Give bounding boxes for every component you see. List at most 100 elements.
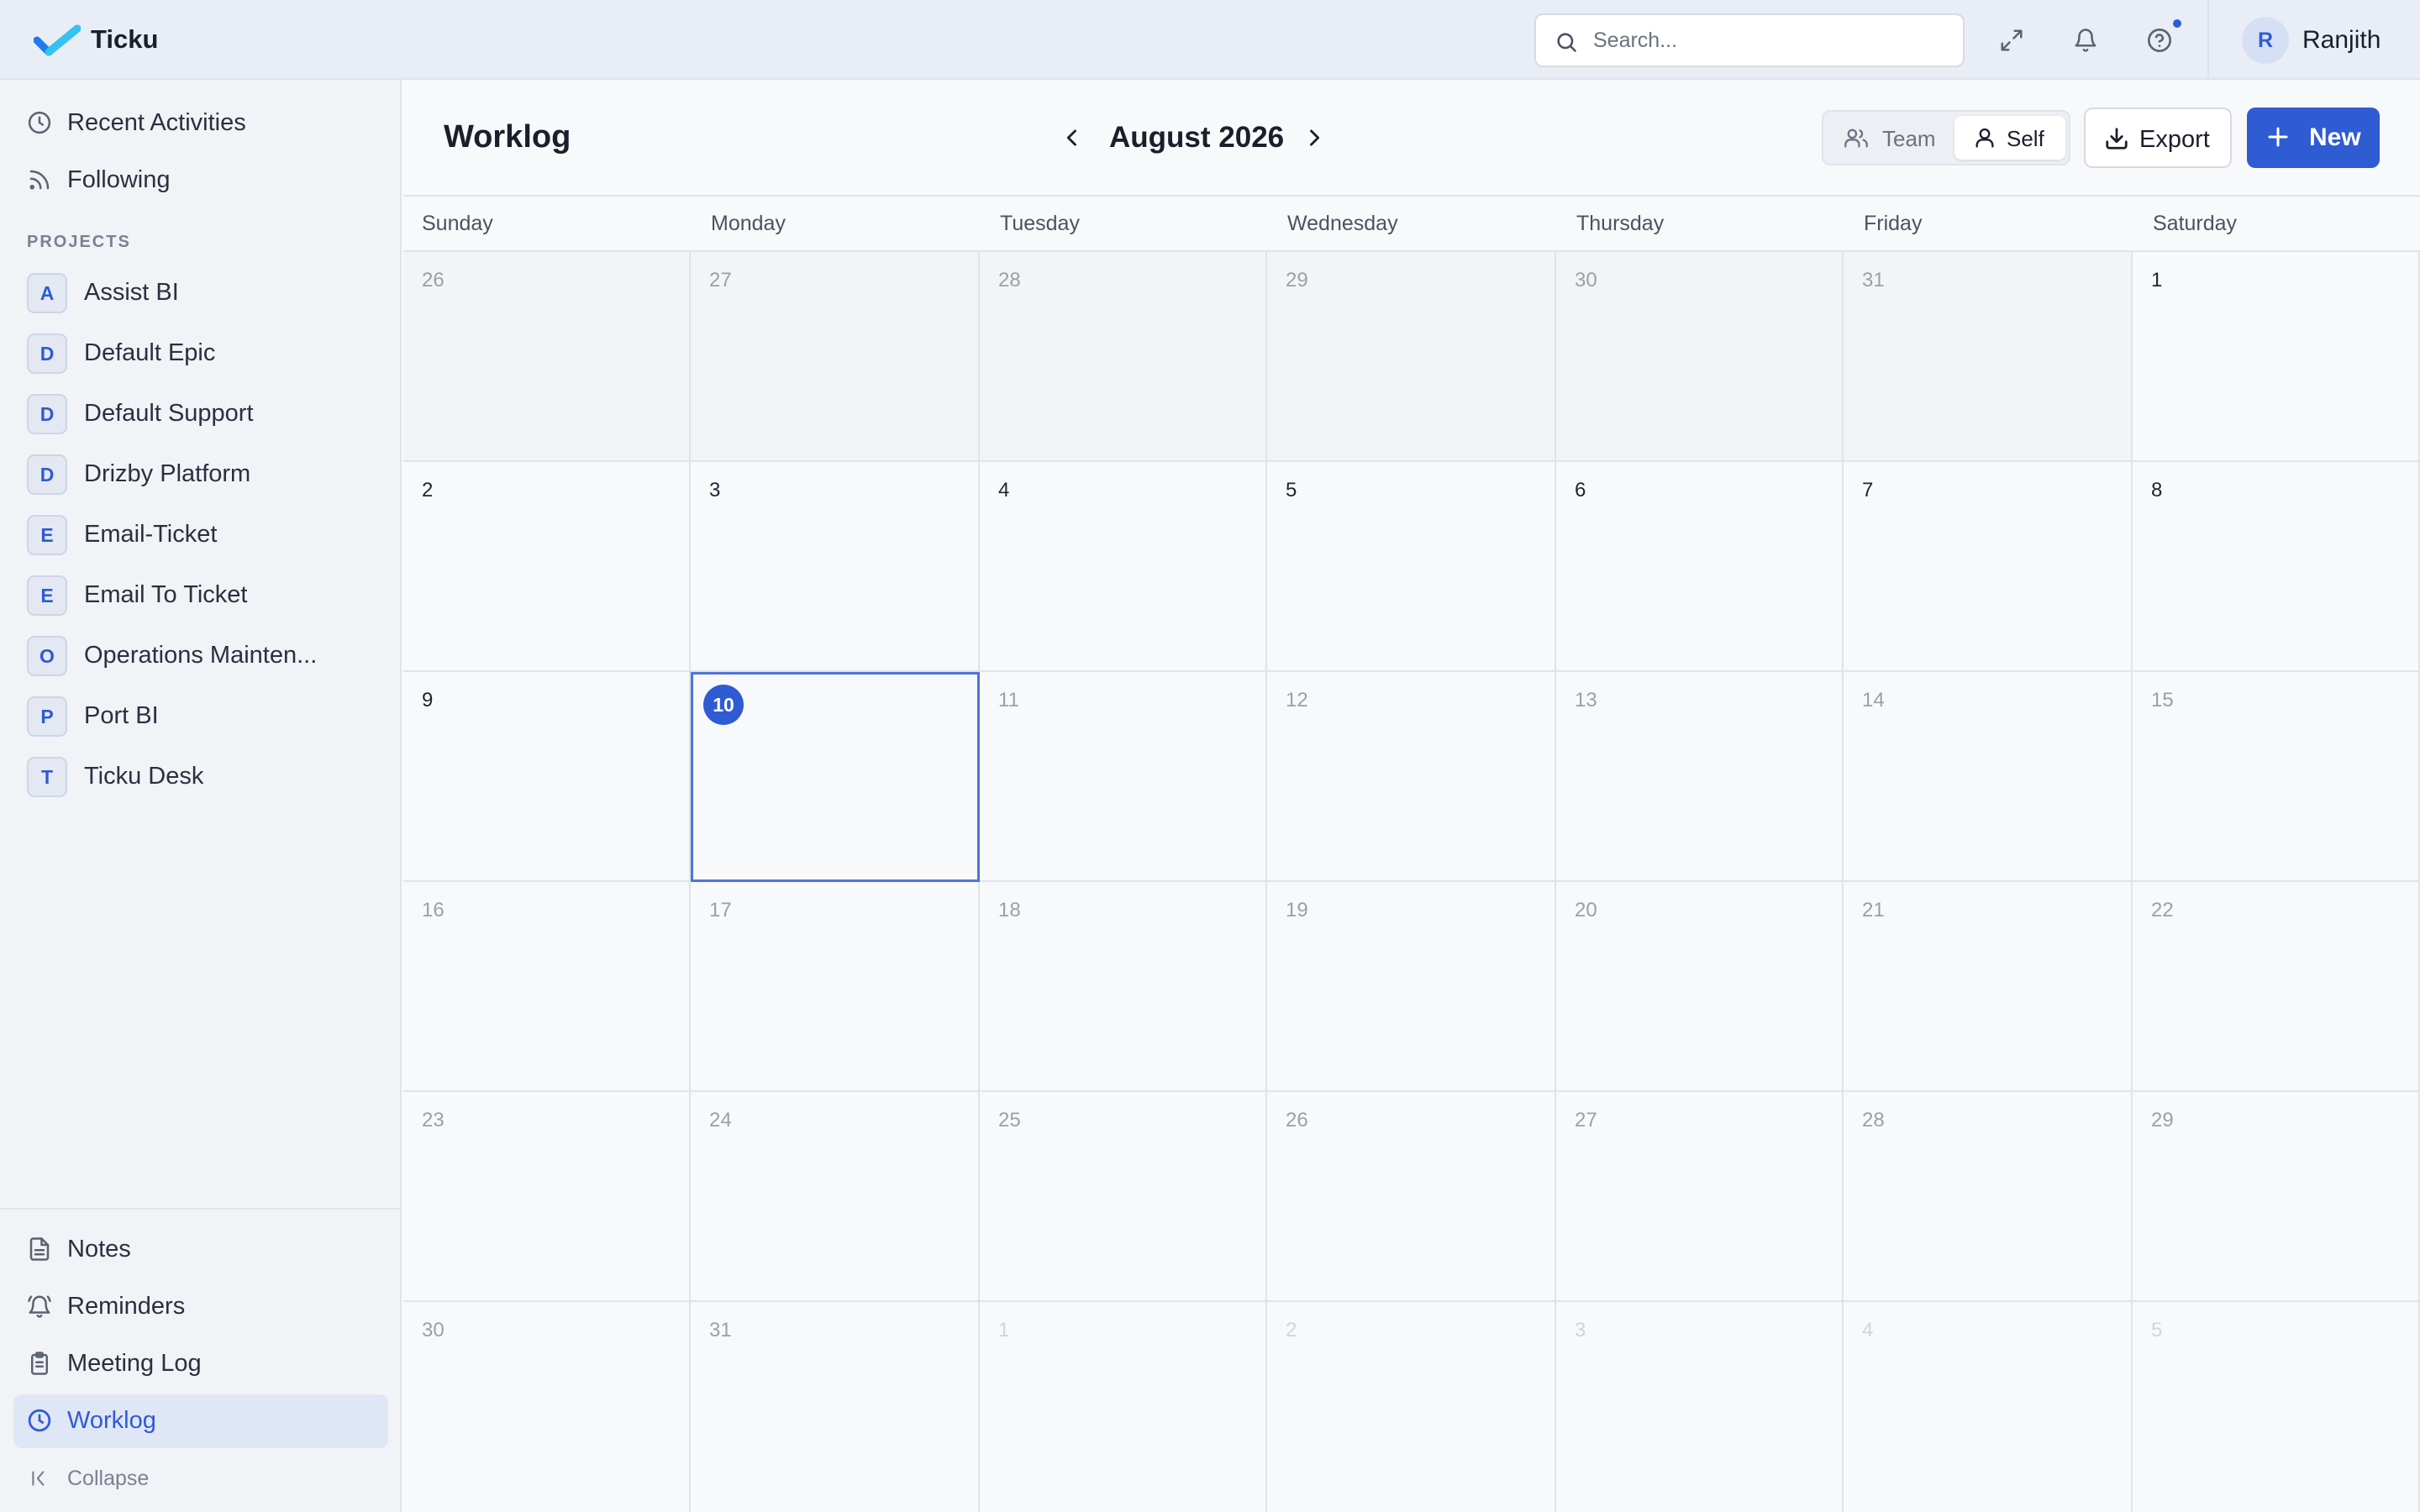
- user-name[interactable]: Ranjith: [2302, 26, 2381, 55]
- calendar-day[interactable]: 18: [980, 882, 1267, 1092]
- sidebar-item-reminders[interactable]: Reminders: [0, 1282, 402, 1329]
- calendar-day[interactable]: 28: [980, 252, 1267, 462]
- month-label: August 2026: [1109, 121, 1285, 154]
- calendar-day[interactable]: 29: [2133, 1092, 2420, 1302]
- calendar-day[interactable]: 3: [1556, 1302, 1844, 1512]
- project-label: Port BI: [84, 702, 159, 729]
- project-label: Default Support: [84, 400, 254, 427]
- chevron-right-icon[interactable]: [1299, 121, 1329, 155]
- bell-icon[interactable]: [2069, 24, 2102, 57]
- expand-icon[interactable]: [1995, 24, 2028, 57]
- sidebar-project-operations-maintenance[interactable]: O Operations Mainten...: [0, 627, 402, 678]
- day-number: 26: [422, 269, 445, 291]
- help-icon[interactable]: [2143, 24, 2176, 57]
- calendar-day[interactable]: 1: [2133, 252, 2420, 462]
- calendar-day[interactable]: 15: [2133, 672, 2420, 882]
- sidebar-project-email-ticket[interactable]: E Email-Ticket: [0, 507, 402, 557]
- app-title[interactable]: Ticku: [91, 24, 158, 55]
- calendar-day[interactable]: 31: [1844, 252, 2133, 462]
- calendar-day[interactable]: 6: [1556, 462, 1844, 672]
- team-view-button[interactable]: Team: [1832, 116, 1949, 160]
- chevron-left-icon[interactable]: [1057, 121, 1087, 155]
- calendar-day[interactable]: 8: [2133, 462, 2420, 672]
- day-number: 11: [998, 689, 1019, 711]
- calendar-day[interactable]: 24: [691, 1092, 980, 1302]
- project-badge: T: [27, 757, 67, 797]
- sidebar-item-recent-activities[interactable]: Recent Activities: [0, 98, 402, 145]
- self-view-button[interactable]: Self: [1954, 116, 2065, 160]
- calendar-day[interactable]: 16: [403, 882, 691, 1092]
- calendar-day[interactable]: 12: [1267, 672, 1556, 882]
- calendar-day[interactable]: 13: [1556, 672, 1844, 882]
- sidebar-item-following[interactable]: Following: [0, 155, 402, 202]
- sidebar-project-port-bi[interactable]: P Port BI: [0, 688, 402, 738]
- calendar-day[interactable]: 5: [1267, 462, 1556, 672]
- calendar-day[interactable]: 26: [403, 252, 691, 462]
- sidebar-project-default-epic[interactable]: D Default Epic: [0, 325, 402, 375]
- day-number: 1: [2151, 269, 2163, 291]
- calendar-day[interactable]: 27: [1556, 1092, 1844, 1302]
- calendar-day[interactable]: 14: [1844, 672, 2133, 882]
- search-box[interactable]: [1534, 13, 1965, 67]
- sidebar-project-default-support[interactable]: D Default Support: [0, 386, 402, 436]
- sidebar-project-assist-bi[interactable]: A Assist BI: [0, 265, 402, 315]
- top-bar: Ticku R Ranjith: [0, 0, 2420, 80]
- users-icon: [1844, 126, 1869, 150]
- project-label: Assist BI: [84, 279, 179, 306]
- calendar-day[interactable]: 30: [403, 1302, 691, 1512]
- calendar-day[interactable]: 22: [2133, 882, 2420, 1092]
- sidebar-item-meeting-log[interactable]: Meeting Log: [0, 1339, 402, 1386]
- calendar-day[interactable]: 4: [1844, 1302, 2133, 1512]
- calendar-day[interactable]: 31: [691, 1302, 980, 1512]
- sidebar-item-label: Notes: [67, 1236, 131, 1263]
- day-number: 28: [1862, 1109, 1885, 1131]
- new-button[interactable]: New: [2247, 108, 2380, 168]
- calendar-day[interactable]: 29: [1267, 252, 1556, 462]
- avatar[interactable]: R: [2242, 17, 2289, 64]
- collapse-icon: [29, 1467, 50, 1489]
- calendar-day[interactable]: 5: [2133, 1302, 2420, 1512]
- app-logo-icon[interactable]: [34, 24, 81, 57]
- calendar-day[interactable]: 3: [691, 462, 980, 672]
- rss-icon: [27, 167, 52, 192]
- sidebar-item-notes[interactable]: Notes: [0, 1225, 402, 1272]
- calendar-day[interactable]: 2: [1267, 1302, 1556, 1512]
- export-button[interactable]: Export: [2084, 108, 2232, 168]
- day-number: 21: [1862, 899, 1885, 921]
- calendar-day[interactable]: 4: [980, 462, 1267, 672]
- sidebar-project-ticku-desk[interactable]: T Ticku Desk: [0, 748, 402, 799]
- calendar-day[interactable]: 9: [403, 672, 691, 882]
- sidebar-item-label: Worklog: [67, 1407, 156, 1434]
- collapse-button[interactable]: Collapse: [0, 1457, 402, 1499]
- project-label: Email-Ticket: [84, 521, 218, 548]
- sidebar-item-worklog[interactable]: Worklog: [0, 1396, 402, 1443]
- calendar-day[interactable]: 21: [1844, 882, 2133, 1092]
- calendar-day[interactable]: 1: [980, 1302, 1267, 1512]
- calendar-day[interactable]: 17: [691, 882, 980, 1092]
- day-number: 8: [2151, 479, 2163, 501]
- calendar-day[interactable]: 30: [1556, 252, 1844, 462]
- sidebar-project-email-to-ticket[interactable]: E Email To Ticket: [0, 567, 402, 617]
- calendar-day[interactable]: 27: [691, 252, 980, 462]
- day-number: 30: [422, 1319, 445, 1341]
- calendar-day[interactable]: 25: [980, 1092, 1267, 1302]
- day-number: 30: [1575, 269, 1597, 291]
- project-badge: A: [27, 273, 67, 313]
- clipboard-icon: [27, 1351, 52, 1376]
- sidebar-project-drizby-platform[interactable]: D Drizby Platform: [0, 446, 402, 496]
- calendar-day[interactable]: 26: [1267, 1092, 1556, 1302]
- calendar-day[interactable]: 20: [1556, 882, 1844, 1092]
- clock-icon: [27, 1408, 52, 1433]
- projects-heading: PROJECTS: [27, 233, 131, 251]
- calendar-day[interactable]: 23: [403, 1092, 691, 1302]
- calendar-day[interactable]: 7: [1844, 462, 2133, 672]
- project-label: Email To Ticket: [84, 581, 248, 608]
- day-number: 5: [1286, 479, 1297, 501]
- calendar-day[interactable]: 28: [1844, 1092, 2133, 1302]
- calendar-day[interactable]: 2: [403, 462, 691, 672]
- calendar-day-today[interactable]: 10: [691, 672, 980, 882]
- sidebar-item-label: Following: [67, 166, 171, 193]
- calendar-day[interactable]: 11: [980, 672, 1267, 882]
- search-input[interactable]: [1593, 24, 1946, 57]
- calendar-day[interactable]: 19: [1267, 882, 1556, 1092]
